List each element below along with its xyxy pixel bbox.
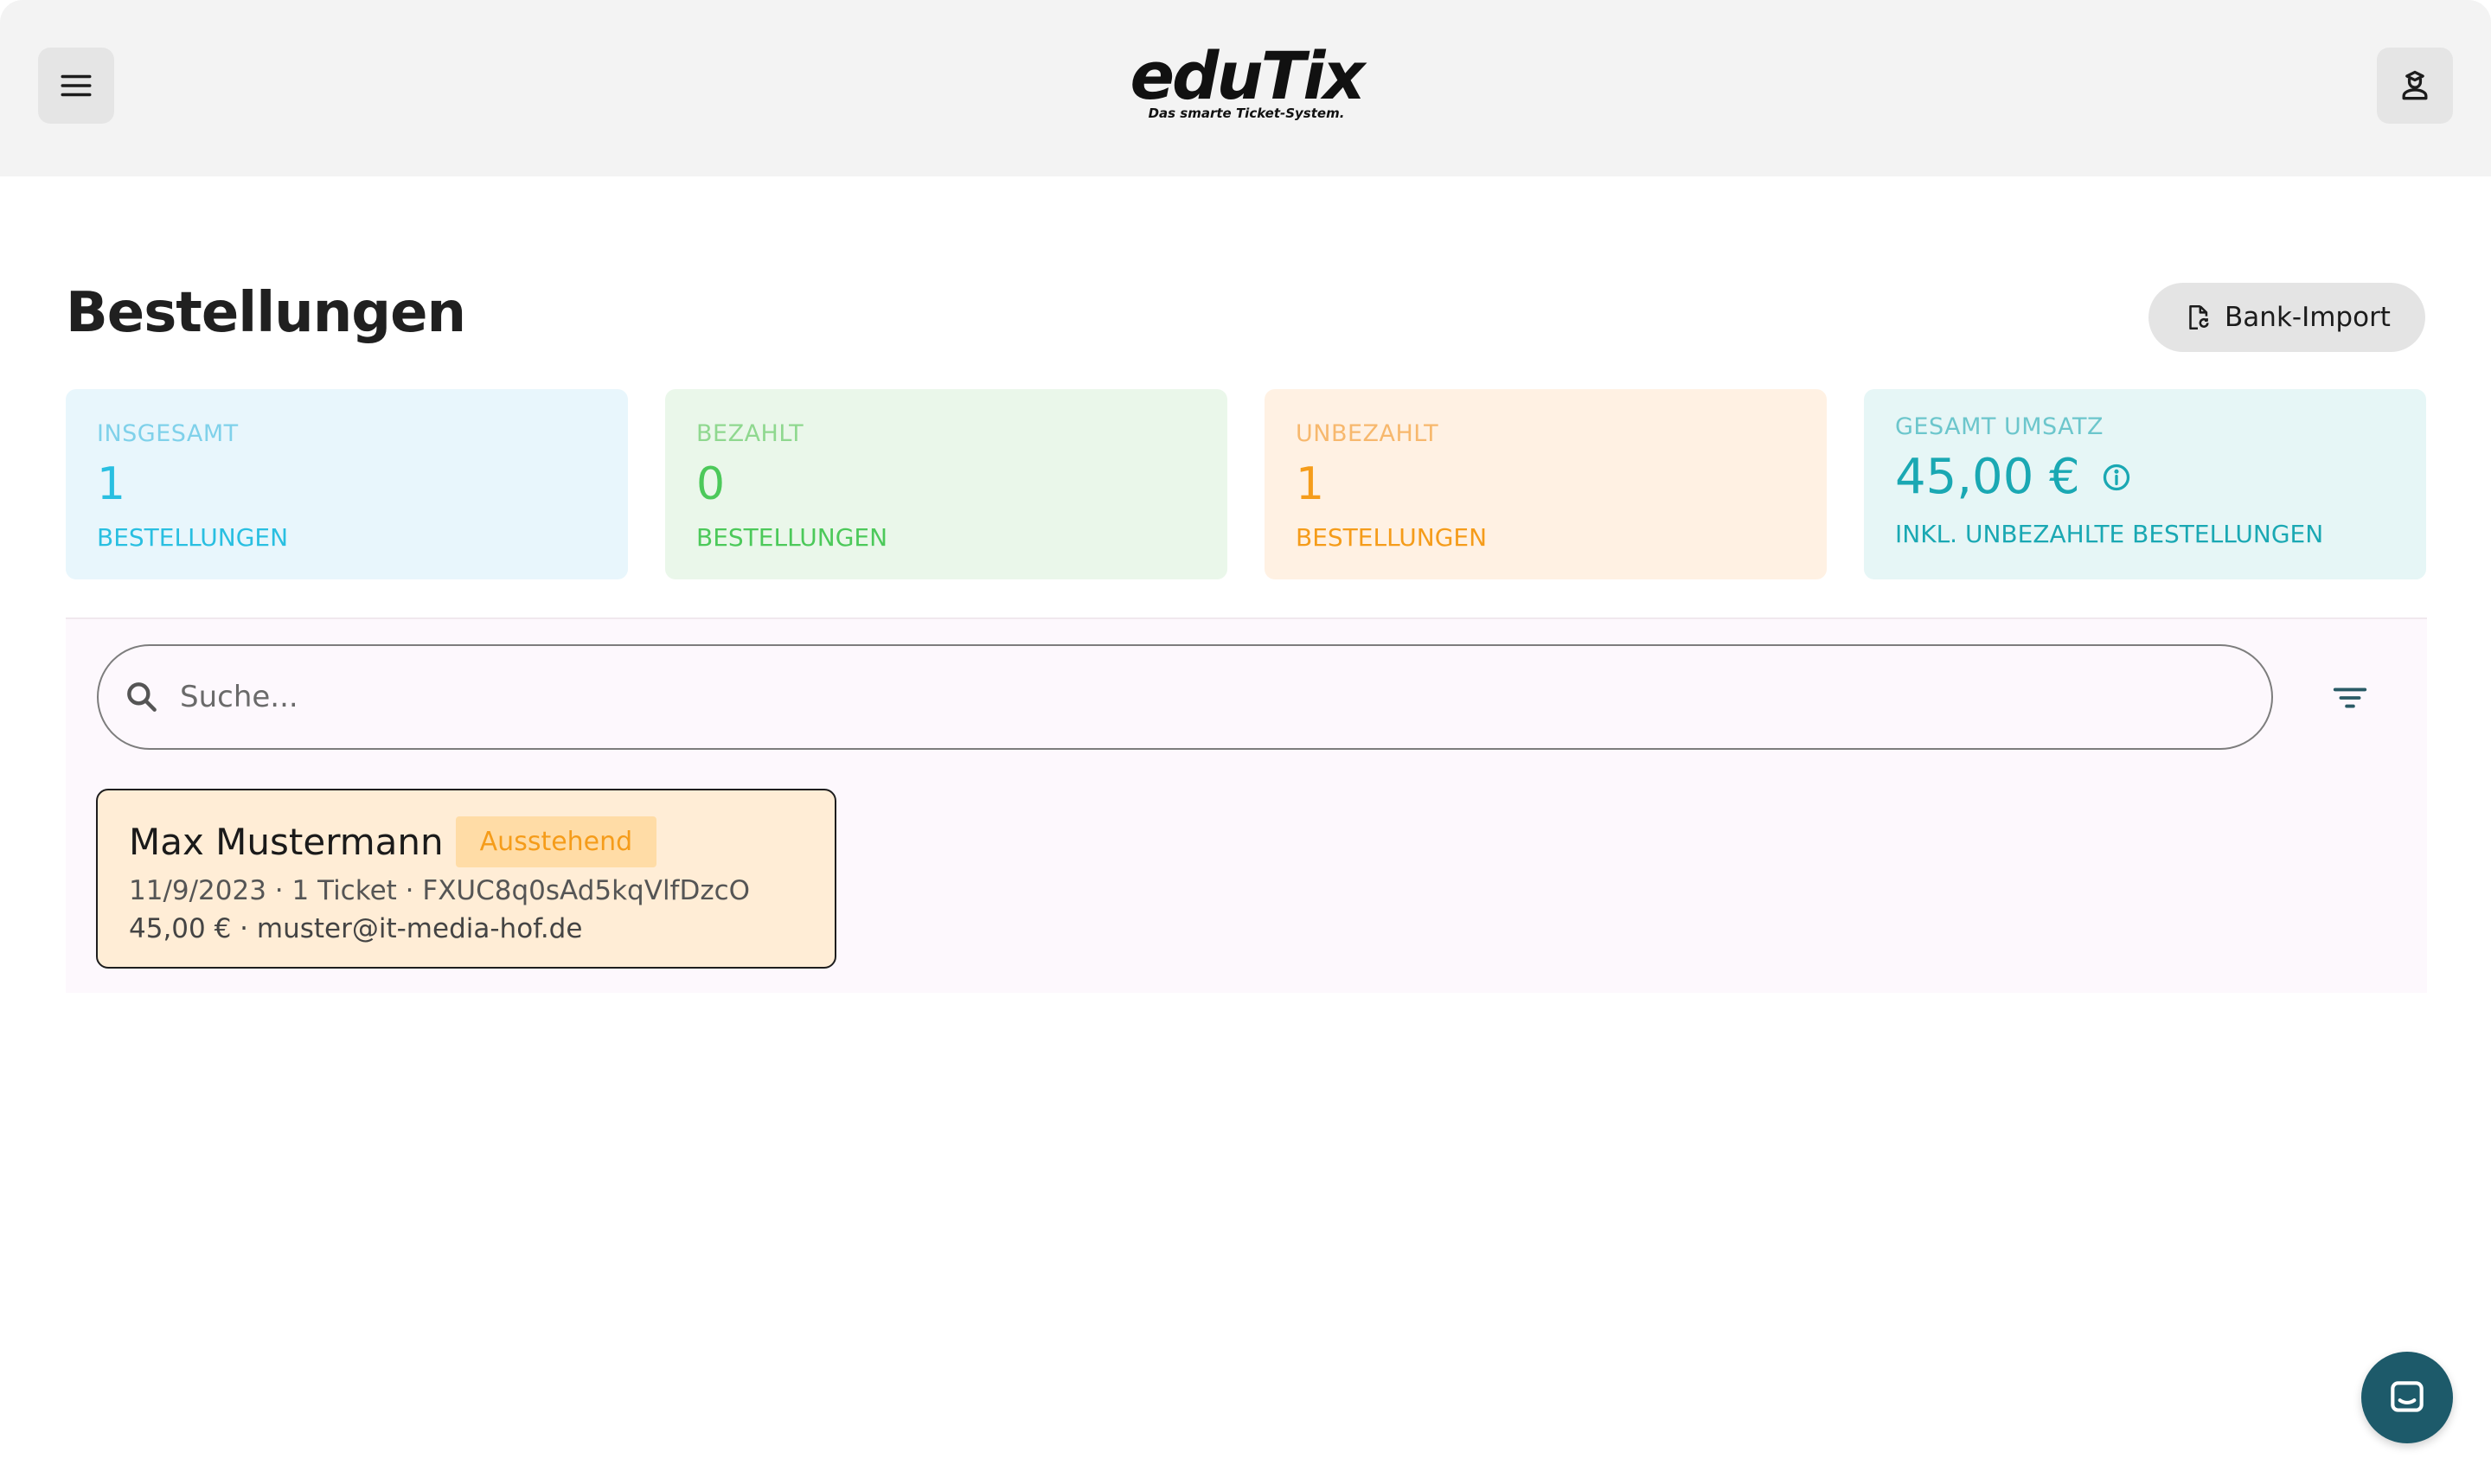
filter-button[interactable] — [2323, 671, 2377, 725]
user-icon — [2402, 70, 2428, 100]
stat-sublabel: BESTELLUNGEN — [97, 523, 289, 552]
stat-card-unpaid: UNBEZAHLT 1 BESTELLUNGEN — [1265, 389, 1827, 579]
stat-sublabel: BESTELLUNGEN — [1296, 523, 1488, 552]
order-amount-email: 45,00 € · muster@it-media-hof.de — [129, 913, 583, 944]
profile-button[interactable] — [2377, 48, 2453, 124]
search-input[interactable] — [178, 679, 2171, 715]
stat-value: 0 — [696, 458, 726, 510]
search-field[interactable] — [97, 644, 2273, 750]
stat-label: INSGESAMT — [97, 420, 239, 447]
stat-sublabel: BESTELLUNGEN — [696, 523, 888, 552]
chat-button[interactable] — [2361, 1352, 2453, 1443]
stat-label: GESAMT UMSATZ — [1895, 413, 2104, 440]
stat-card-revenue: GESAMT UMSATZ 45,00 € INKL. UNBEZAHLTE B… — [1864, 389, 2426, 579]
status-badge: Ausstehend — [455, 816, 657, 867]
stat-sublabel: INKL. UNBEZAHLTE BESTELLUNGEN — [1895, 520, 2324, 548]
top-app-bar: eduTix Das smarte Ticket-System. — [0, 0, 2491, 176]
stat-card-paid: BEZAHLT 0 BESTELLUNGEN — [665, 389, 1227, 579]
order-details: 11/9/2023 · 1 Ticket · FXUC8q0sAd5kqVlfD… — [129, 875, 751, 906]
order-customer-name: Max Mustermann — [129, 820, 444, 863]
edutix-logo[interactable]: eduTix Das smarte Ticket-System. — [1130, 37, 1366, 128]
stat-value: 45,00 € — [1895, 449, 2080, 505]
stat-value: 1 — [1296, 458, 1325, 510]
logo-tagline: Das smarte Ticket-System. — [1148, 106, 1345, 121]
chat-icon — [2391, 1381, 2424, 1412]
stat-value-row: 45,00 € — [1895, 446, 2395, 509]
stat-label: BEZAHLT — [696, 420, 804, 447]
bank-import-label: Bank-Import — [2225, 302, 2391, 333]
stat-card-total: INSGESAMT 1 BESTELLUNGEN — [66, 389, 628, 579]
menu-button[interactable] — [38, 48, 114, 124]
stat-value: 1 — [97, 458, 126, 510]
logo-text: eduTix — [1130, 37, 1366, 114]
search-icon — [127, 682, 157, 712]
stat-label: UNBEZAHLT — [1296, 420, 1439, 447]
order-card-header: Max Mustermann Ausstehend — [129, 811, 804, 872]
filter-icon — [2333, 688, 2367, 708]
info-icon[interactable] — [2101, 462, 2132, 493]
file-sync-icon — [2189, 304, 2209, 330]
page-title: Bestellungen — [66, 281, 466, 345]
order-card[interactable]: Max Mustermann Ausstehend 11/9/2023 · 1 … — [96, 789, 836, 969]
menu-icon — [61, 74, 92, 97]
bank-import-button[interactable]: Bank-Import — [2148, 283, 2425, 352]
